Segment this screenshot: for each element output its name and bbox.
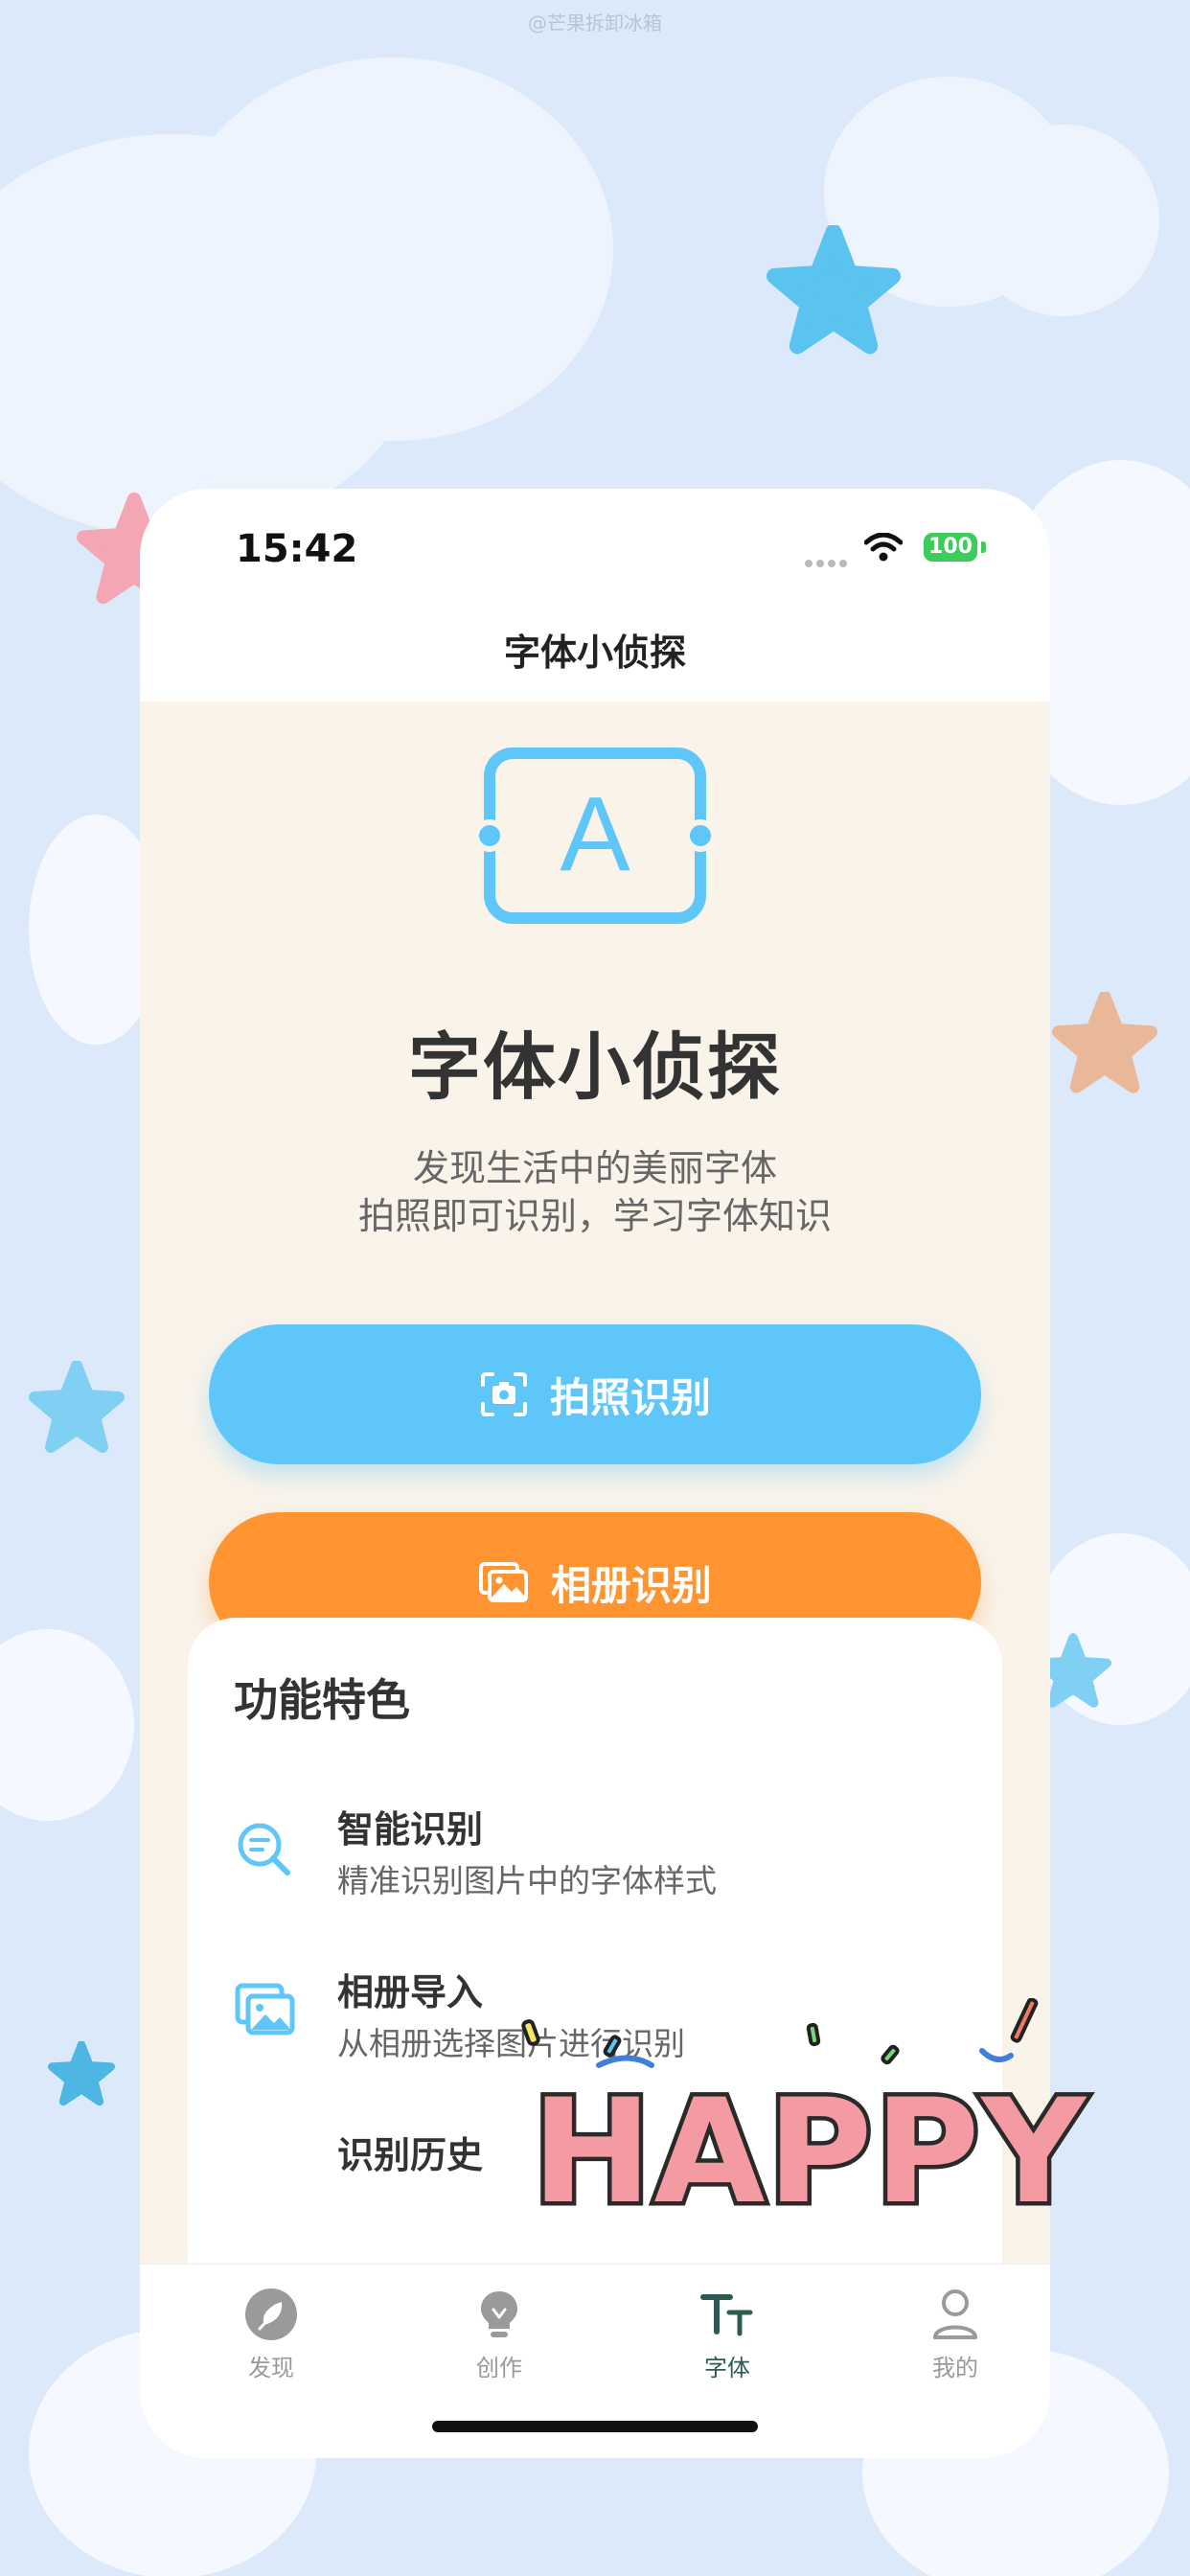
- battery-icon: 100: [924, 533, 977, 562]
- status-time: 15:42: [236, 527, 358, 571]
- feature-title: 相册导入: [337, 1971, 484, 2013]
- cloud-shape: [968, 125, 1159, 316]
- subtitle-line-1: 发现生活中的美丽字体: [412, 1147, 777, 1189]
- home-indicator: [432, 2421, 758, 2432]
- tab-label: 我的: [932, 2355, 978, 2381]
- sticker-letter: HAPPY: [532, 2069, 1087, 2236]
- tab-label: 创作: [476, 2355, 522, 2381]
- camera-recognize-button[interactable]: 拍照识别: [209, 1324, 981, 1464]
- logo-letter: A: [560, 775, 630, 893]
- sticker-text: HAPPY: [532, 2069, 1087, 2236]
- watermark: @芒果拆卸冰箱: [528, 12, 662, 34]
- app-logo: A: [473, 748, 717, 933]
- tab-font[interactable]: 字体: [655, 2284, 799, 2382]
- nav-title: 字体小侦探: [503, 632, 686, 674]
- lightbulb-icon: [481, 2291, 517, 2337]
- feature-item-smart-recognition[interactable]: 智能识别 精准识别图片中的字体样式: [234, 1800, 981, 1915]
- cloud-shape: [172, 58, 613, 441]
- tan-star-icon: [1052, 992, 1157, 1093]
- compass-icon: [245, 2288, 297, 2340]
- image-album-icon: [235, 1983, 295, 2036]
- feature-title: 智能识别: [337, 1808, 484, 1851]
- blue-star-icon: [767, 225, 901, 355]
- album-button-label: 相册识别: [550, 1561, 712, 1609]
- tab-discover[interactable]: 发现: [199, 2284, 343, 2382]
- happy-sticker: HAPPY: [521, 1998, 1090, 2238]
- light-blue-star-icon: [29, 1361, 125, 1453]
- wifi-icon: [864, 533, 903, 562]
- camera-scan-icon: [480, 1372, 527, 1416]
- feature-desc: 精准识别图片中的字体样式: [337, 1862, 717, 1899]
- tab-mine[interactable]: 我的: [883, 2284, 1027, 2382]
- feature-title: 识别历史: [337, 2134, 484, 2176]
- tab-label: 字体: [704, 2355, 750, 2381]
- album-icon: [478, 1562, 528, 1602]
- small-blue-star-icon: [48, 2041, 115, 2106]
- battery-cap: [981, 541, 986, 553]
- subtitle-line-2: 拍照即可识别，学习字体知识: [357, 1195, 832, 1237]
- tab-create[interactable]: 创作: [427, 2284, 571, 2382]
- search-text-icon: [238, 1823, 290, 1875]
- font-frame-icon: A: [473, 748, 717, 924]
- tab-label: 发现: [248, 2355, 294, 2381]
- features-title: 功能特色: [234, 1674, 410, 1726]
- user-icon: [933, 2289, 977, 2339]
- signal-icon: [805, 553, 851, 571]
- status-bar: 15:42 100: [140, 489, 1050, 604]
- font-icon: [700, 2294, 753, 2336]
- cloud-shape: [0, 1629, 134, 1821]
- camera-button-label: 拍照识别: [549, 1373, 711, 1421]
- app-title: 字体小侦探: [408, 1024, 782, 1110]
